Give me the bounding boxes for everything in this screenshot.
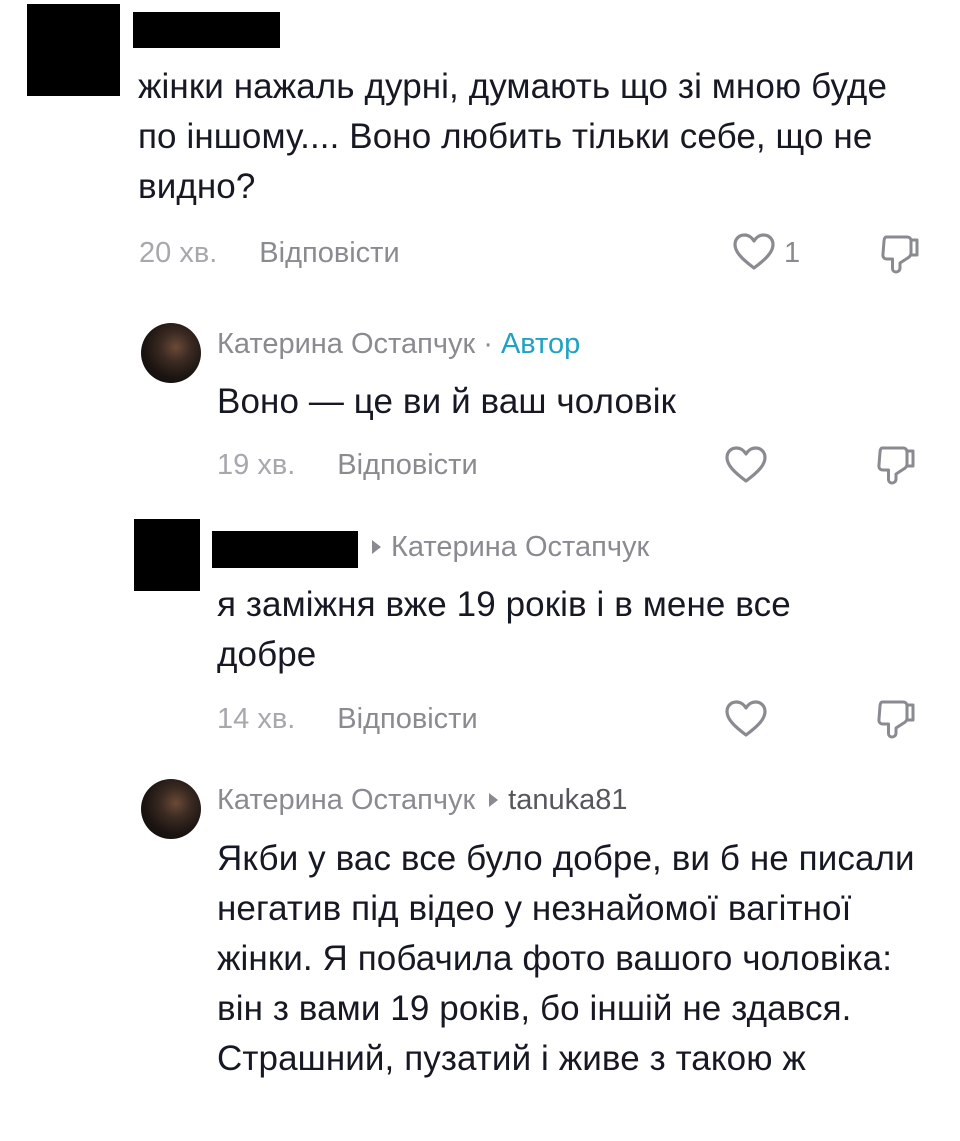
thumbs-down-outline-icon bbox=[877, 700, 915, 739]
comment-time: 20 хв. bbox=[139, 237, 218, 269]
heart-outline-icon bbox=[725, 446, 767, 483]
dislike-button[interactable] bbox=[880, 233, 922, 275]
comment-header: Катерина Остапчук · Автор bbox=[217, 327, 580, 361]
heart-outline-icon bbox=[733, 233, 775, 270]
comment-text: жінки нажаль дурні, думають що зі мною б… bbox=[138, 67, 888, 206]
reply-button[interactable]: Відповісти bbox=[337, 703, 477, 735]
comment-meta: 19 хв. Відповісти bbox=[217, 448, 478, 482]
thumbs-down-outline-icon bbox=[881, 235, 919, 274]
comment-text: я заміжня вже 19 років і в мене все добр… bbox=[217, 585, 791, 674]
avatar[interactable] bbox=[141, 323, 201, 383]
like-button[interactable] bbox=[725, 700, 767, 738]
comment-header: Катерина Остапчук tanuka81 bbox=[217, 783, 627, 817]
reply-to-name[interactable]: Катерина Остапчук bbox=[391, 531, 649, 563]
redacted-username bbox=[212, 531, 358, 568]
author-name[interactable]: Катерина Остапчук bbox=[217, 784, 475, 816]
dislike-button[interactable] bbox=[876, 444, 918, 486]
reply-arrow-icon bbox=[489, 793, 499, 808]
redacted-avatar bbox=[27, 4, 120, 96]
comment-time: 14 хв. bbox=[217, 703, 296, 735]
reply-arrow-icon bbox=[372, 540, 381, 555]
heart-outline-icon bbox=[725, 700, 767, 737]
like-button[interactable] bbox=[725, 446, 767, 484]
comment-meta: 20 хв. Відповісти bbox=[139, 236, 400, 270]
avatar[interactable] bbox=[141, 779, 201, 839]
like-count: 1 bbox=[784, 237, 801, 269]
comment-meta: 14 хв. Відповісти bbox=[217, 702, 478, 736]
redacted-username bbox=[133, 12, 280, 48]
separator: · bbox=[483, 328, 493, 360]
reply-button[interactable]: Відповісти bbox=[337, 449, 477, 481]
like-button[interactable] bbox=[733, 233, 775, 271]
redacted-avatar bbox=[134, 519, 200, 591]
author-badge: Автор bbox=[500, 328, 581, 360]
dislike-button[interactable] bbox=[876, 698, 918, 740]
reply-to-name[interactable]: tanuka81 bbox=[508, 784, 627, 816]
comment-time: 19 хв. bbox=[217, 449, 296, 481]
reply-button[interactable]: Відповісти bbox=[259, 237, 399, 269]
thumbs-down-outline-icon bbox=[877, 446, 915, 485]
author-name[interactable]: Катерина Остапчук bbox=[217, 328, 475, 360]
comment-text: Воно — це ви й ваш чоловік bbox=[217, 382, 677, 421]
comment-text: Якби у вас все було добре, ви б не писал… bbox=[217, 839, 915, 1078]
reply-target: Катерина Остапчук bbox=[358, 530, 649, 564]
